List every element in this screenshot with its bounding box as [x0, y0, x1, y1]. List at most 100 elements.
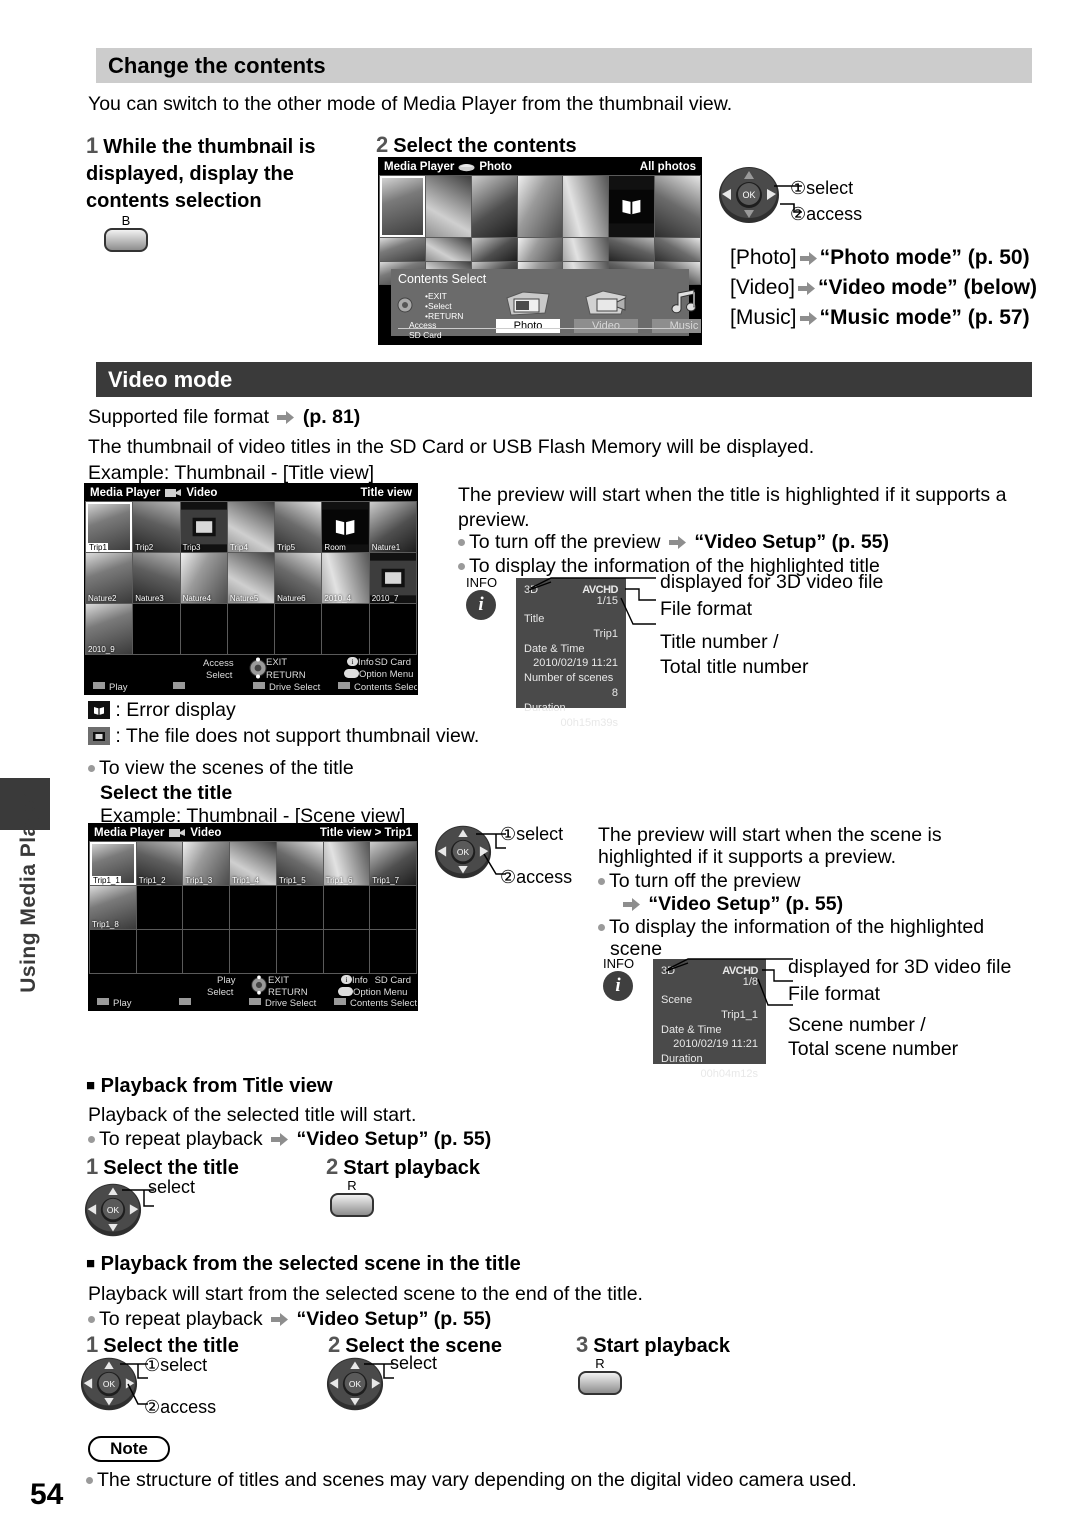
photo-thumbnail-item[interactable] — [471, 238, 517, 261]
scene-footer-drive-select-label: Drive Select — [265, 998, 317, 1009]
scene-view-screen[interactable]: Media Player Video Title view > Trip1 Tr… — [88, 823, 418, 1011]
dpad-note-access: ②access — [790, 203, 862, 226]
info-title-callout-format: File format — [660, 598, 753, 620]
photo-thumbnail-item[interactable] — [563, 238, 609, 261]
mode-link-row[interactable]: [Video] “Video mode” (below) — [730, 273, 1037, 303]
thumbnail-item[interactable]: Trip1_3 — [183, 842, 230, 885]
thumbnail-label: 2010_7 — [371, 594, 399, 603]
footer-exit-label: EXIT — [266, 657, 288, 668]
contents-option-label: Photo — [496, 319, 560, 333]
video-setup-page: (p. 55) — [831, 531, 890, 553]
video-setup-link[interactable]: “Video Setup” — [648, 893, 780, 915]
thumbnail-label: Trip1_8 — [92, 920, 119, 929]
mode-links-list[interactable]: [Photo] “Photo mode” (p. 50) [Video] “Video… — [730, 243, 1037, 332]
thumbnail-item[interactable]: Nature5 — [227, 553, 275, 603]
mode-link-row[interactable]: [Music] “Music mode” (p. 57) — [730, 303, 1037, 333]
playback-scene-step-1-note-2: ②access — [144, 1396, 216, 1419]
thumbnail-item[interactable]: Trip4 — [227, 502, 275, 552]
mode-link-row[interactable]: [Photo] “Photo mode” (p. 50) — [730, 243, 1037, 273]
contents-option-video[interactable]: Video — [574, 289, 638, 333]
thumbnail-item[interactable]: Nature4 — [180, 553, 227, 603]
scene-footer-info-label: Info — [352, 975, 368, 986]
footer-contents-select-label: Contents Select — [354, 682, 418, 693]
thumbnail-item[interactable]: 2010_7 — [369, 553, 416, 603]
thumbnail-item[interactable]: Trip5 — [275, 502, 322, 552]
photo-thumbnail-item[interactable] — [380, 176, 425, 238]
photo-thumbnail-screen[interactable]: Media Player Photo All photos Contents S… — [378, 157, 702, 345]
playback-scene-repeat-line: To repeat playback “Video Setup” (p. 55) — [88, 1307, 491, 1332]
title-view-footer: Access Select EXIT RETURN i Info Option … — [85, 655, 418, 694]
info-badge-scene-label: INFO — [603, 956, 635, 971]
note-num-1: ① — [144, 1355, 161, 1375]
title-thumbnail-grid[interactable]: Trip1 Trip2 Trip3 Trip4 Trip5 Room Nature1 Natu… — [85, 501, 417, 655]
b-button[interactable]: B — [104, 213, 148, 252]
video-setup-link[interactable]: “Video Setup” — [297, 1128, 429, 1150]
footer-play: Play — [93, 682, 127, 693]
scene-footer-play-label: Play — [113, 998, 132, 1009]
photo-thumbnail-item[interactable] — [517, 176, 563, 238]
mode-link-label[interactable]: “Photo mode” — [820, 246, 962, 269]
thumbnail-item[interactable]: Nature2 — [86, 553, 133, 603]
contents-option-music[interactable]: Music — [652, 289, 701, 333]
thumbnail-item[interactable]: Nature6 — [275, 553, 322, 603]
thumbnail-label: 2010_9 — [88, 645, 115, 654]
info-row-key: Duration — [661, 1053, 703, 1066]
r-button-body[interactable] — [330, 1193, 374, 1217]
thumbnail-empty-slot — [370, 886, 416, 929]
mode-link-label[interactable]: “Music mode” — [820, 306, 962, 329]
thumbnail-item[interactable]: Trip3 — [180, 502, 227, 552]
bullet-info-scene-line-1: To display the information of the highli… — [598, 915, 1038, 940]
scene-thumbnail-grid[interactable]: Trip1_1 Trip1_2 Trip1_3 Trip1_4 Trip1_5 Trip1… — [89, 841, 417, 974]
photo-thumbnail-item[interactable] — [425, 238, 471, 261]
footer-access-label: Access — [203, 658, 234, 669]
footer-dpad-icon — [251, 975, 267, 995]
bullet-dot — [458, 539, 465, 546]
thumbnail-item[interactable]: Trip1_6 — [323, 842, 370, 885]
svg-text:OK: OK — [742, 190, 755, 200]
title-view-screen[interactable]: Media Player Video Title view Trip1 Trip2… — [84, 483, 418, 695]
photo-thumbnail-item[interactable] — [609, 176, 655, 238]
overlay-divider — [398, 328, 682, 329]
photo-thumbnail-item[interactable] — [425, 176, 471, 238]
thumbnail-item[interactable]: Trip1_1 — [90, 842, 136, 885]
thumbnail-item[interactable]: 2010_4 — [322, 553, 369, 603]
video-setup-link[interactable]: “Video Setup” — [297, 1308, 429, 1330]
r-button-body[interactable] — [578, 1371, 622, 1395]
thumbnail-item[interactable]: Nature1 — [369, 502, 416, 552]
photo-thumbnail-item[interactable] — [517, 238, 563, 261]
thumbnail-item[interactable]: Trip1 — [86, 502, 133, 552]
dpad-contents-select[interactable]: OK — [718, 166, 780, 229]
photo-thumbnail-item[interactable] — [471, 176, 517, 238]
thumbnail-item[interactable]: Trip1_8 — [90, 886, 136, 929]
thumbnail-item[interactable]: Nature3 — [133, 553, 180, 603]
mode-link-label[interactable]: “Video mode” — [818, 276, 958, 299]
legend-error-display: : Error display — [88, 698, 236, 723]
photo-thumbnail-item[interactable] — [563, 176, 609, 238]
thumbnail-item[interactable]: 2010_9 — [86, 604, 133, 654]
photo-thumbnail-item[interactable] — [655, 176, 700, 238]
info-scene-callout-number-1: Scene number / — [788, 1014, 926, 1036]
contents-select-overlay[interactable]: Contents Select •EXIT •Select •RETURN Ac… — [391, 269, 701, 340]
b-button-body[interactable] — [104, 228, 148, 252]
thumbnail-item[interactable]: Trip2 — [133, 502, 180, 552]
r-button-playback-scene[interactable]: R — [578, 1356, 622, 1395]
playback-title-repeat-text: To repeat playback — [99, 1128, 263, 1150]
thumbnail-item[interactable]: Trip1_4 — [230, 842, 276, 885]
photo-thumbnail-item[interactable] — [609, 238, 655, 261]
thumbnail-item[interactable]: Trip1_5 — [276, 842, 323, 885]
info-title-callout-3d: displayed for 3D video file — [660, 571, 884, 593]
photo-thumbnail-item[interactable] — [380, 238, 425, 261]
video-setup-link[interactable]: “Video Setup” — [694, 531, 826, 553]
contents-option-photo[interactable]: Photo — [496, 289, 560, 333]
svg-text:i: i — [346, 976, 348, 984]
thumbnail-item[interactable]: Room — [322, 502, 369, 552]
scene-footer-contents-select-label: Contents Select — [350, 998, 418, 1009]
contents-select-options[interactable]: Photo Video Music — [496, 289, 701, 333]
photo-thumbnail-item[interactable] — [655, 238, 700, 261]
r-button-playback-title[interactable]: R — [330, 1178, 374, 1217]
thumbnail-item[interactable]: Trip1_7 — [370, 842, 416, 885]
hint-select: Select — [427, 300, 452, 311]
supported-file-format-page: (p. 81) — [302, 406, 361, 428]
thumbnail-item[interactable]: Trip1_2 — [136, 842, 183, 885]
dpad-note-access-text: access — [806, 204, 863, 224]
